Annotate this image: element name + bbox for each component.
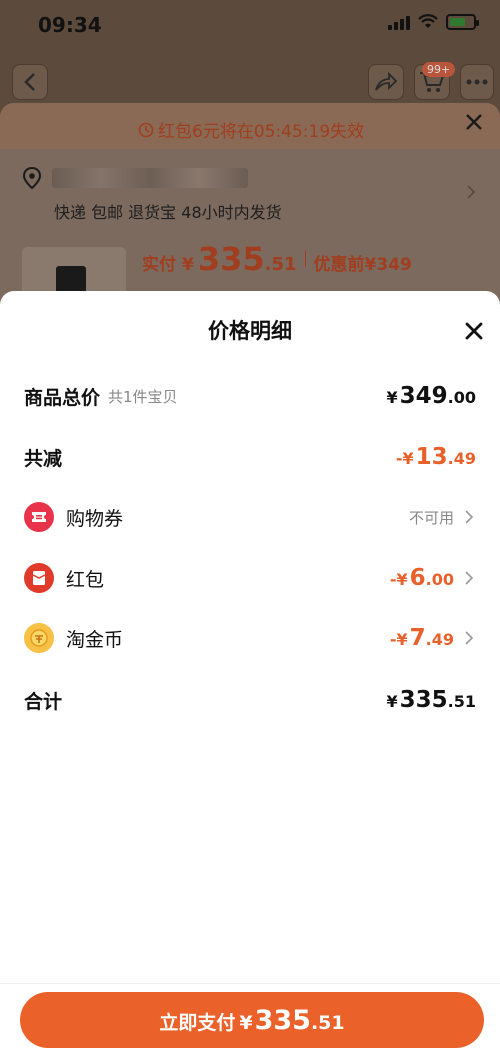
pay-currency: ¥ [182, 255, 194, 275]
cart-count-badge: 99+ [422, 62, 456, 77]
coupon-status-wrap: 不可用 [409, 507, 454, 528]
pay-label: 实付 [142, 255, 176, 275]
cellular-signal-icon [388, 14, 410, 30]
close-icon[interactable] [460, 317, 488, 345]
pay-now-amount-int: 335 [254, 1005, 311, 1036]
amount-dec: .51 [447, 692, 476, 711]
amount-int: 349 [399, 383, 448, 409]
chevron-right-icon [465, 510, 474, 524]
address-blurred[interactable] [52, 168, 248, 188]
red-packet-amount: -¥ 6 .00 [390, 565, 454, 591]
share-button[interactable] [368, 64, 404, 100]
delivery-meta: 快递 包邮 退货宝 48小时内发货 [54, 203, 282, 222]
notice-close-icon[interactable] [464, 112, 484, 132]
pay-amount-int: 335 [197, 240, 265, 278]
total-reduction-label: 共减 [24, 447, 63, 470]
coupon-icon [24, 502, 54, 532]
pay-amount-dec: .51 [264, 254, 297, 275]
notice-text: 红包6元将在05:45:19失效 [158, 122, 365, 142]
amount-int: 7 [409, 625, 426, 651]
taojinbi-label: 淘金币 [66, 628, 124, 651]
pay-now-button[interactable]: 立即支付 ¥ 335 .51 [20, 992, 484, 1048]
price-detail-modal: 价格明细 商品总价 共1件宝贝 ¥ 349 .00 共减 -¥ 13 .49 购… [0, 291, 500, 1056]
footer-divider [0, 983, 500, 984]
coupon-row[interactable]: 购物券 不可用 [24, 497, 476, 537]
more-button[interactable] [460, 64, 494, 100]
amount-int: 13 [415, 444, 448, 470]
amount-dec: .00 [425, 570, 454, 589]
red-packet-row[interactable]: 红包 -¥ 6 .00 [24, 558, 476, 598]
total-reduction-amount: -¥ 13 .49 [396, 444, 476, 470]
pay-now-currency: ¥ [239, 1012, 253, 1034]
pay-now-label: 立即支付 [159, 1012, 236, 1034]
taojinbi-amount: -¥ 7 .49 [390, 625, 454, 651]
coupon-status: 不可用 [408, 508, 454, 527]
wifi-icon [418, 14, 438, 28]
red-packet-label: 红包 [66, 568, 105, 591]
chevron-right-icon [465, 631, 474, 645]
chevron-left-icon [24, 73, 35, 91]
currency: ¥ [386, 388, 398, 407]
pay-now-amount-dec: .51 [310, 1012, 345, 1034]
background-pay-summary: 实付 ¥ 335 .51 优惠前¥349 [142, 240, 412, 278]
pre-discount-price: 优惠前¥349 [313, 255, 412, 275]
share-icon [375, 72, 398, 91]
red-packet-icon [24, 563, 54, 593]
chevron-right-icon [467, 185, 476, 199]
amount-int: 6 [409, 565, 426, 591]
currency: ¥ [386, 692, 398, 711]
red-packet-expiry-notice: 红包6元将在05:45:19失效 [138, 117, 364, 142]
items-total-amount: ¥ 349 .00 [387, 383, 477, 409]
total-reduction-row: 共减 -¥ 13 .49 [24, 437, 476, 477]
amount-dec: .49 [425, 630, 454, 649]
items-total-label: 商品总价 [24, 386, 101, 409]
grand-total-label: 合计 [24, 690, 63, 713]
modal-title: 价格明细 [208, 319, 292, 343]
location-pin-icon [22, 166, 42, 190]
currency: -¥ [395, 449, 414, 468]
status-time: 09:34 [38, 13, 102, 37]
battery-icon [446, 14, 479, 30]
more-dots-icon [466, 79, 488, 85]
back-button[interactable] [12, 64, 48, 100]
status-bar: 09:34 [0, 0, 500, 52]
product-top-nav: 99+ [0, 62, 500, 104]
items-total-row: 商品总价 共1件宝贝 ¥ 349 .00 [24, 376, 476, 416]
clock-icon [138, 122, 154, 137]
taojinbi-coin-icon [24, 623, 54, 653]
grand-total-row: 合计 ¥ 335 .51 [24, 680, 476, 720]
amount-dec: .00 [447, 388, 476, 407]
status-icons [388, 14, 479, 30]
chevron-right-icon [465, 571, 474, 585]
currency: -¥ [389, 630, 408, 649]
coupon-label: 购物券 [66, 507, 124, 530]
items-count: 共1件宝贝 [108, 387, 178, 406]
amount-int: 335 [399, 687, 448, 713]
taojinbi-row[interactable]: 淘金币 -¥ 7 .49 [24, 618, 476, 658]
currency: -¥ [389, 570, 408, 589]
grand-total-amount: ¥ 335 .51 [387, 687, 477, 713]
divider [304, 251, 306, 267]
amount-dec: .49 [447, 449, 476, 468]
